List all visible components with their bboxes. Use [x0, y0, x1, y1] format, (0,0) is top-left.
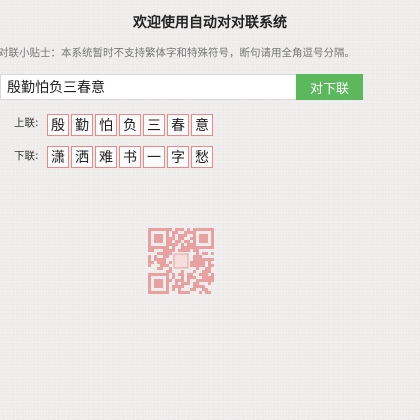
- upper-char-cell: 殷: [47, 114, 69, 136]
- lower-couplet-row: 潇 洒 难 书 一 字 愁: [47, 146, 213, 168]
- tip-text: 对联小贴士：本系统暂时不支持繁体字和特殊符号，断句请用全角逗号分隔。: [0, 47, 355, 59]
- qr-code-image: [148, 228, 214, 294]
- lower-char-cell: 潇: [47, 146, 69, 168]
- upper-couplet-input[interactable]: [0, 74, 296, 100]
- qr-finder-pattern: [148, 228, 169, 249]
- qr-finder-pattern: [193, 228, 214, 249]
- lower-couplet-label: 下联:: [14, 150, 39, 162]
- upper-char-cell: 负: [119, 114, 141, 136]
- qr-finder-pattern: [148, 273, 169, 294]
- lower-char-cell: 难: [95, 146, 117, 168]
- lower-char-cell: 字: [167, 146, 189, 168]
- lower-char-cell: 愁: [191, 146, 213, 168]
- upper-couplet-label: 上联:: [14, 117, 39, 129]
- upper-char-cell: 勤: [71, 114, 93, 136]
- upper-char-cell: 三: [143, 114, 165, 136]
- qr-logo-mark: [173, 253, 189, 269]
- page-title: 欢迎使用自动对对联系统: [133, 15, 287, 31]
- lower-char-cell: 洒: [71, 146, 93, 168]
- input-row: 对下联: [0, 74, 363, 100]
- upper-char-cell: 怕: [95, 114, 117, 136]
- upper-char-cell: 意: [191, 114, 213, 136]
- submit-button[interactable]: 对下联: [296, 74, 363, 100]
- upper-char-cell: 春: [167, 114, 189, 136]
- lower-char-cell: 一: [143, 146, 165, 168]
- lower-char-cell: 书: [119, 146, 141, 168]
- upper-couplet-row: 殷 勤 怕 负 三 春 意: [47, 114, 213, 136]
